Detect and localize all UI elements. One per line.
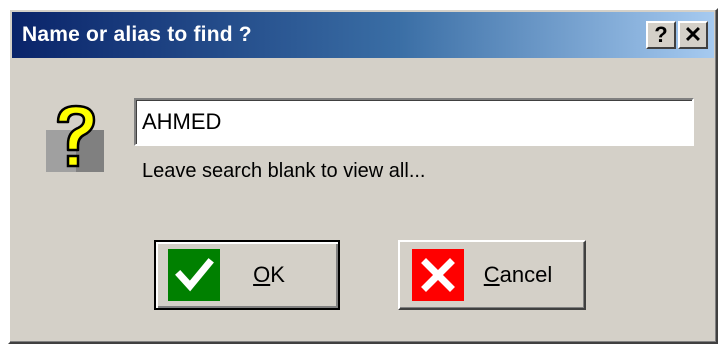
- help-icon: ?: [654, 22, 668, 47]
- dialog-title: Name or alias to find ?: [22, 23, 252, 46]
- help-button[interactable]: ?: [646, 21, 676, 49]
- question-mark-icon: [46, 104, 104, 172]
- search-input[interactable]: [134, 98, 694, 146]
- close-icon: ✕: [683, 22, 703, 47]
- cancel-button[interactable]: Cancel: [398, 240, 586, 310]
- title-bar[interactable]: Name or alias to find ? ? ✕: [12, 12, 714, 58]
- find-dialog: Name or alias to find ? ? ✕ Leave search…: [8, 8, 718, 344]
- ok-button[interactable]: OK: [154, 240, 340, 310]
- x-icon: [412, 249, 464, 301]
- close-button[interactable]: ✕: [678, 21, 708, 49]
- search-hint: Leave search blank to view all...: [142, 160, 426, 182]
- cancel-label: Cancel: [483, 262, 553, 287]
- ok-label: OK: [253, 262, 285, 287]
- check-icon: [168, 249, 220, 301]
